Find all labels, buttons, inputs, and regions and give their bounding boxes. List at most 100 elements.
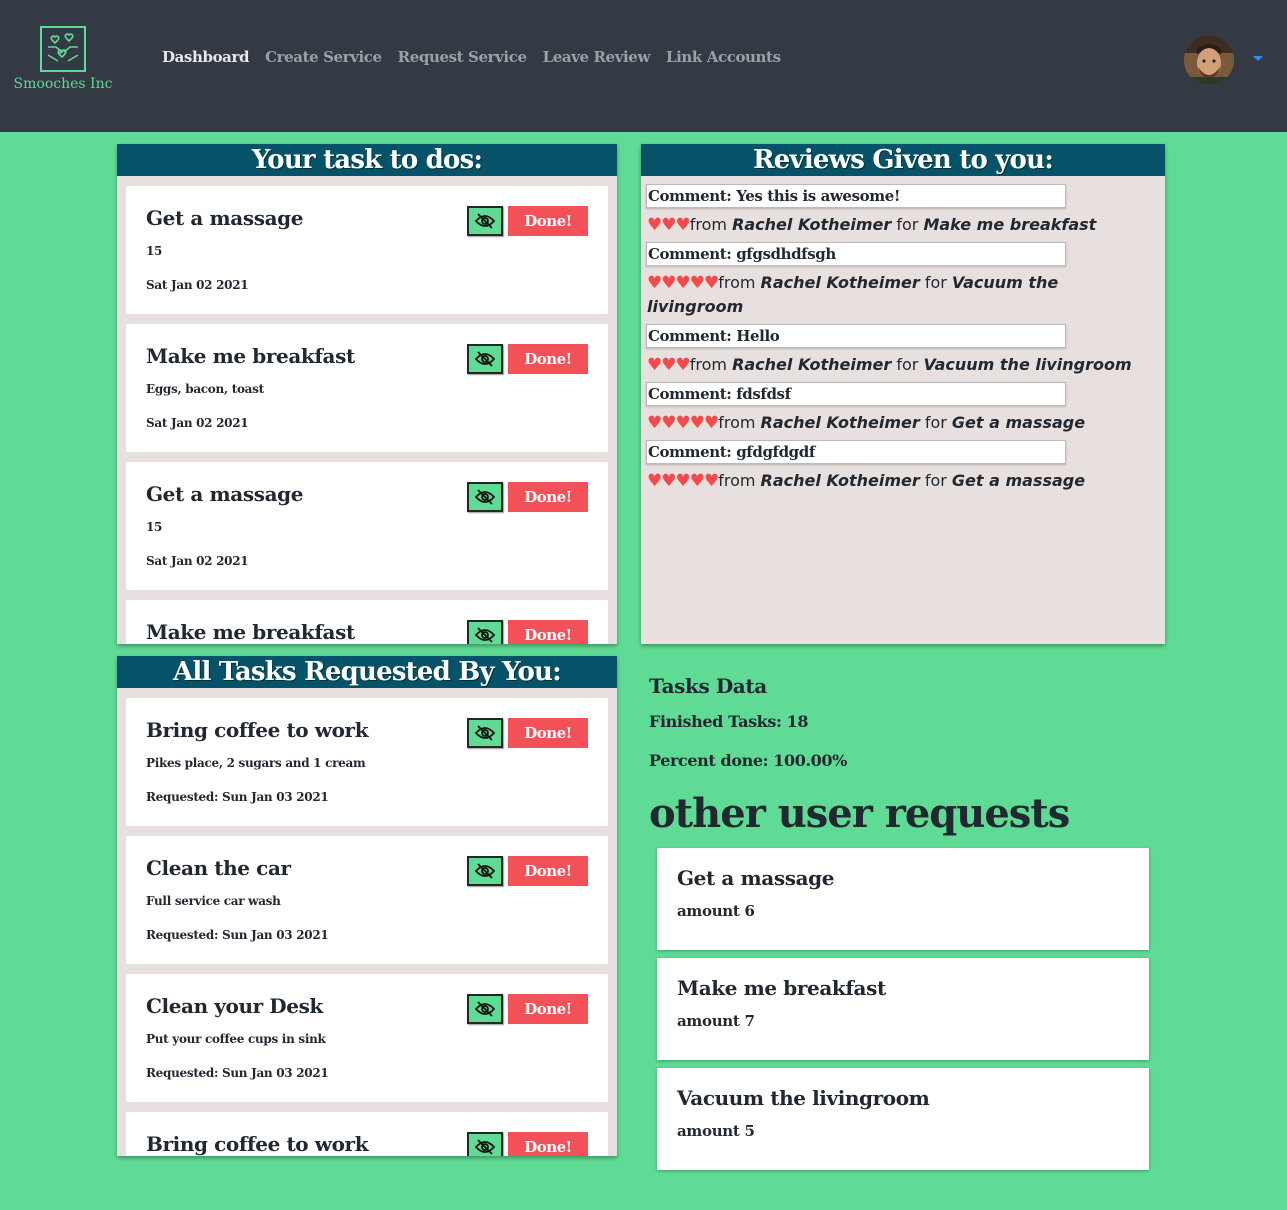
main-nav: Dashboard Create Service Request Service… bbox=[162, 48, 781, 66]
other-request-card[interactable]: Vacuum the livingroom amount 5 bbox=[657, 1068, 1149, 1170]
requested-card: Clean your Desk Put your coffee cups in … bbox=[126, 974, 608, 1102]
review-task: Vacuum the livingroom bbox=[923, 355, 1132, 374]
todo-description: 15 bbox=[146, 244, 163, 258]
review-meta: ♥♥♥from Rachel Kotheimer for Make me bre… bbox=[647, 215, 1097, 235]
requested-date: Requested: Sun Jan 03 2021 bbox=[146, 1066, 329, 1080]
other-request-name: Vacuum the livingroom bbox=[677, 1086, 930, 1110]
tasks-data-title: Tasks Data bbox=[649, 674, 767, 698]
todos-list[interactable]: Get a massage 15 Sat Jan 02 2021 Done! M… bbox=[117, 176, 617, 644]
review-author: Rachel Kotheimer bbox=[760, 273, 920, 292]
hide-button[interactable] bbox=[467, 856, 503, 886]
done-button[interactable]: Done! bbox=[508, 482, 588, 512]
done-button[interactable]: Done! bbox=[508, 344, 588, 374]
eye-off-icon bbox=[475, 627, 495, 643]
todo-description: Eggs, bacon, toast bbox=[146, 382, 264, 396]
hearts-rating: ♥♥♥♥♥ bbox=[647, 273, 719, 293]
hide-button[interactable] bbox=[467, 482, 503, 512]
requested-description: Pikes place, 2 sugars and 1 cream bbox=[146, 756, 366, 770]
navbar: Smooches Inc Dashboard Create Service Re… bbox=[0, 0, 1287, 132]
hide-button[interactable] bbox=[467, 994, 503, 1024]
requested-panel: All Tasks Requested By You: Bring coffee… bbox=[117, 656, 617, 1156]
done-button[interactable]: Done! bbox=[508, 620, 588, 644]
requested-description: Put your coffee cups in sink bbox=[146, 1032, 326, 1046]
nav-link-accounts[interactable]: Link Accounts bbox=[666, 48, 781, 66]
hide-button[interactable] bbox=[467, 206, 503, 236]
other-request-name: Get a massage bbox=[677, 866, 835, 890]
other-request-amount: amount 5 bbox=[677, 1122, 755, 1140]
review-comment: Comment: gfdgfdgdf bbox=[646, 440, 1066, 464]
review-author: Rachel Kotheimer bbox=[732, 355, 892, 374]
eye-off-icon bbox=[475, 1139, 495, 1155]
todo-description: 15 bbox=[146, 520, 163, 534]
eye-off-icon bbox=[475, 1001, 495, 1017]
eye-off-icon bbox=[475, 351, 495, 367]
eye-off-icon bbox=[475, 489, 495, 505]
hide-button[interactable] bbox=[467, 344, 503, 374]
user-menu-caret-icon[interactable] bbox=[1253, 56, 1263, 61]
hide-button[interactable] bbox=[467, 1132, 503, 1156]
hearts-rating: ♥♥♥♥♥ bbox=[647, 471, 719, 491]
reviews-panel-title: Reviews Given to you: bbox=[641, 144, 1165, 176]
done-button[interactable]: Done! bbox=[508, 206, 588, 236]
done-button[interactable]: Done! bbox=[508, 1132, 588, 1156]
eye-off-icon bbox=[475, 725, 495, 741]
requested-card: Bring coffee to work Pikes place, 2 suga… bbox=[126, 698, 608, 826]
nav-request-service[interactable]: Request Service bbox=[398, 48, 527, 66]
nav-create-service[interactable]: Create Service bbox=[265, 48, 382, 66]
review-author: Rachel Kotheimer bbox=[732, 215, 892, 234]
percent-done: Percent done: 100.00% bbox=[649, 751, 847, 770]
requested-date: Requested: Sun Jan 03 2021 bbox=[146, 790, 329, 804]
finished-tasks: Finished Tasks: 18 bbox=[649, 712, 809, 731]
nav-dashboard[interactable]: Dashboard bbox=[162, 48, 249, 66]
brand-logo[interactable]: Smooches Inc bbox=[8, 26, 118, 92]
other-request-amount: amount 7 bbox=[677, 1012, 755, 1030]
review-task: Make me breakfast bbox=[923, 215, 1097, 234]
hands-heart-icon bbox=[40, 26, 86, 72]
hearts-rating: ♥♥♥ bbox=[647, 215, 691, 235]
review-meta: ♥♥♥♥♥from Rachel Kotheimer for Get a mas… bbox=[647, 413, 1086, 433]
review-author: Rachel Kotheimer bbox=[760, 413, 920, 432]
review-comment: Comment: Hello bbox=[646, 324, 1066, 348]
tasks-data: Tasks Data Finished Tasks: 18 Percent do… bbox=[649, 674, 847, 770]
review-meta: ♥♥♥from Rachel Kotheimer for Vacuum the … bbox=[647, 355, 1132, 375]
requested-description: Full service car wash bbox=[146, 894, 281, 908]
done-button[interactable]: Done! bbox=[508, 856, 588, 886]
eye-off-icon bbox=[475, 213, 495, 229]
other-request-card[interactable]: Get a massage amount 6 bbox=[657, 848, 1149, 950]
todo-date: Sat Jan 02 2021 bbox=[146, 416, 249, 430]
review-comment: Comment: Yes this is awesome! bbox=[646, 184, 1066, 208]
review-comment: Comment: fdsfdsf bbox=[646, 382, 1066, 406]
requested-date: Requested: Sun Jan 03 2021 bbox=[146, 928, 329, 942]
other-request-amount: amount 6 bbox=[677, 902, 755, 920]
brand-name: Smooches Inc bbox=[13, 76, 113, 92]
other-request-name: Make me breakfast bbox=[677, 976, 886, 1000]
todos-panel-title: Your task to dos: bbox=[117, 144, 617, 176]
todo-date: Sat Jan 02 2021 bbox=[146, 278, 249, 292]
nav-leave-review[interactable]: Leave Review bbox=[543, 48, 651, 66]
requested-list[interactable]: Bring coffee to work Pikes place, 2 suga… bbox=[117, 688, 617, 1156]
todo-card: Get a massage 15 Sat Jan 02 2021 Done! bbox=[126, 186, 608, 314]
eye-off-icon bbox=[475, 863, 495, 879]
done-button[interactable]: Done! bbox=[508, 994, 588, 1024]
todo-card: Make me breakfast Done! bbox=[126, 600, 608, 644]
review-meta: ♥♥♥♥♥from Rachel Kotheimer for Get a mas… bbox=[647, 471, 1086, 491]
todo-date: Sat Jan 02 2021 bbox=[146, 554, 249, 568]
hide-button[interactable] bbox=[467, 620, 503, 644]
reviews-panel: Reviews Given to you: Comment: Yes this … bbox=[641, 144, 1165, 644]
user-avatar[interactable] bbox=[1184, 35, 1234, 85]
requested-card: Bring coffee to work Done! bbox=[126, 1112, 608, 1156]
review-comment: Comment: gfgsdhdfsgh bbox=[646, 242, 1066, 266]
done-button[interactable]: Done! bbox=[508, 718, 588, 748]
hearts-rating: ♥♥♥ bbox=[647, 355, 691, 375]
review-meta: ♥♥♥♥♥from Rachel Kotheimer for Vacuum th… bbox=[647, 273, 1059, 316]
review-author: Rachel Kotheimer bbox=[760, 471, 920, 490]
hide-button[interactable] bbox=[467, 718, 503, 748]
requested-card: Clean the car Full service car wash Requ… bbox=[126, 836, 608, 964]
requested-panel-title: All Tasks Requested By You: bbox=[117, 656, 617, 688]
other-request-card[interactable]: Make me breakfast amount 7 bbox=[657, 958, 1149, 1060]
review-task: Get a massage bbox=[951, 471, 1086, 490]
reviews-list: Comment: Yes this is awesome! ♥♥♥from Ra… bbox=[641, 176, 1165, 506]
other-requests-title: other user requests bbox=[649, 790, 1070, 837]
review-task: Get a massage bbox=[951, 413, 1086, 432]
todo-card: Make me breakfast Eggs, bacon, toast Sat… bbox=[126, 324, 608, 452]
